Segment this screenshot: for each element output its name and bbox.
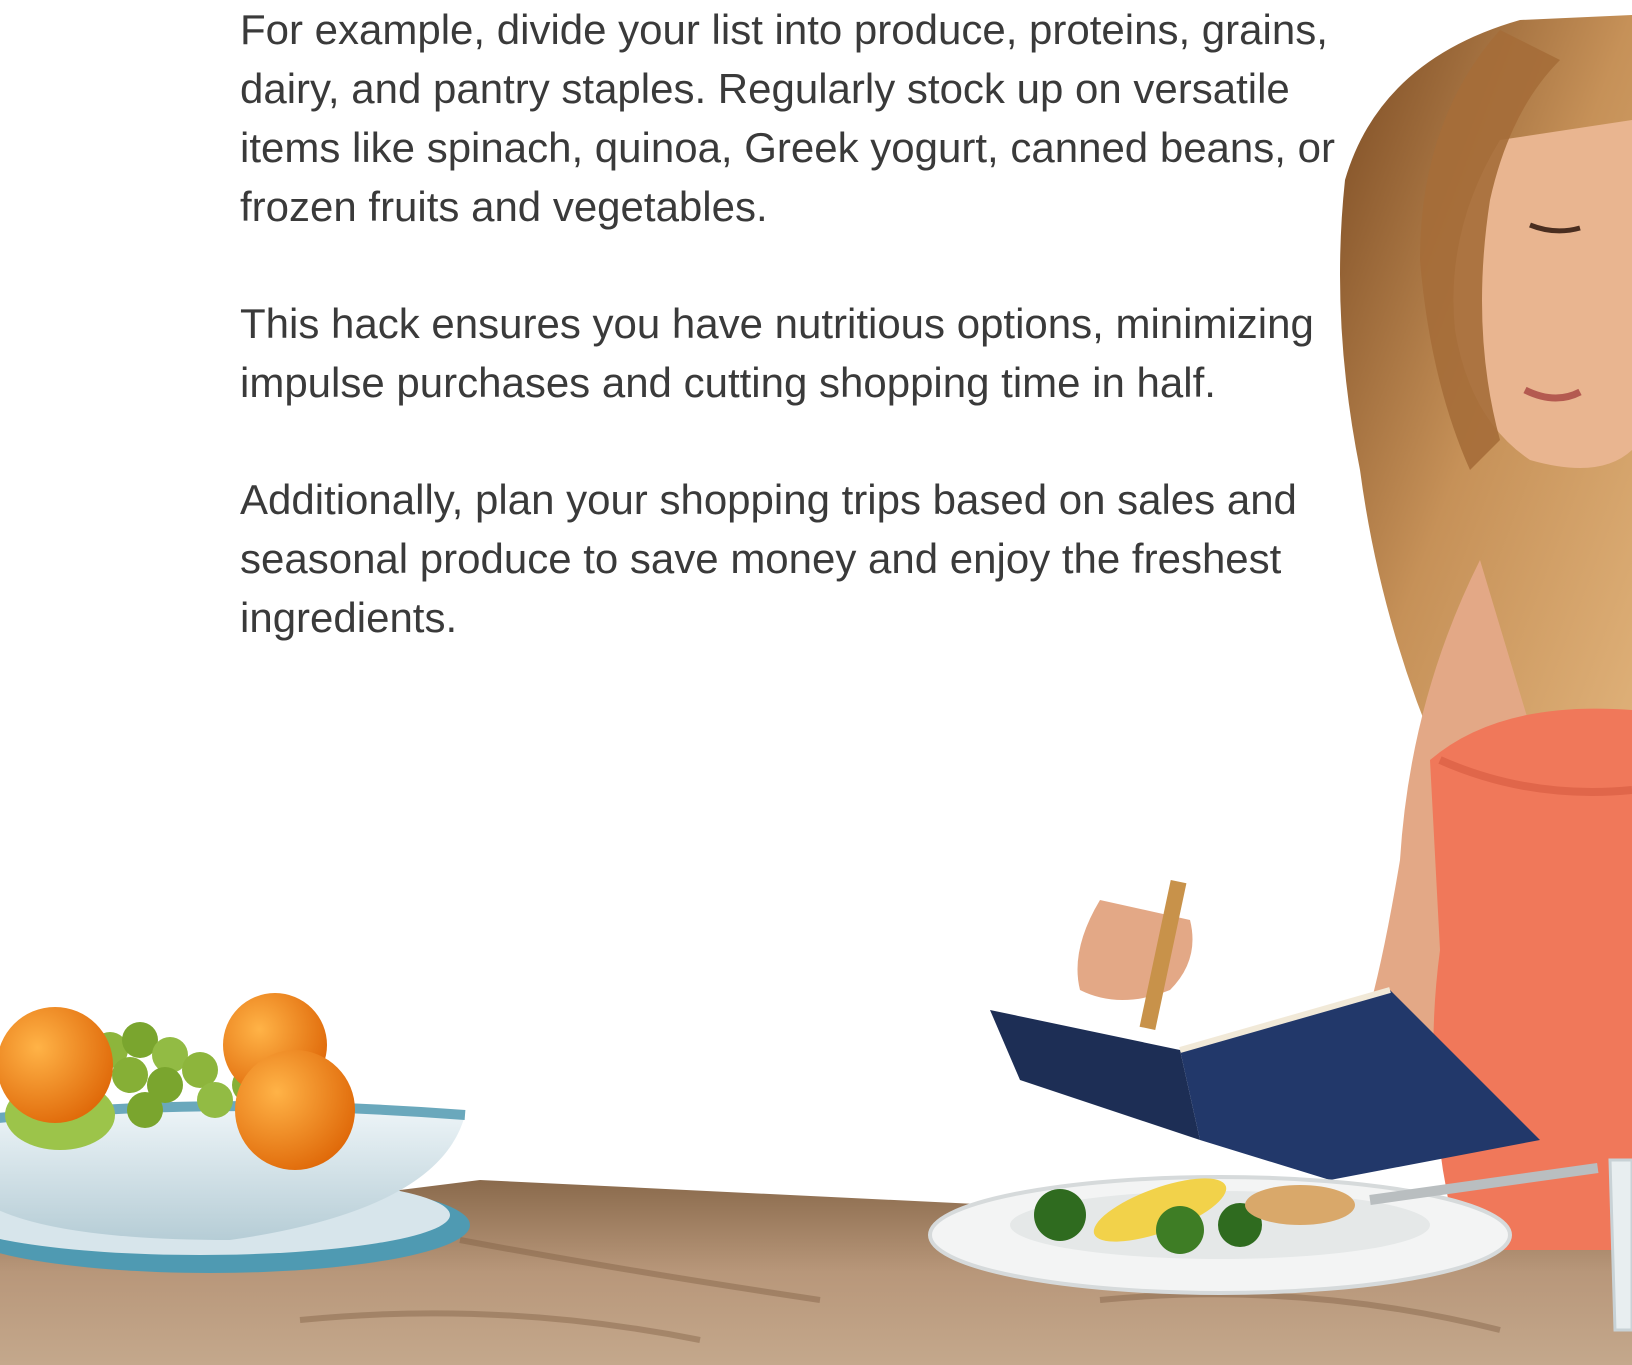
paragraph-benefit: This hack ensures you have nutritious op…: [240, 300, 1314, 406]
dinner-plate: [928, 1163, 1599, 1295]
fruit-bowl: [0, 993, 470, 1273]
countertop: [0, 1180, 1632, 1365]
article-body: For example, divide your list into produ…: [240, 0, 1360, 705]
pen: [1139, 879, 1187, 1031]
water-glass: [1608, 1158, 1632, 1332]
paragraph-categories: For example, divide your list into produ…: [240, 6, 1335, 230]
paragraph-sales-tip: Additionally, plan your shopping trips b…: [240, 476, 1297, 641]
notebook: [990, 987, 1540, 1180]
